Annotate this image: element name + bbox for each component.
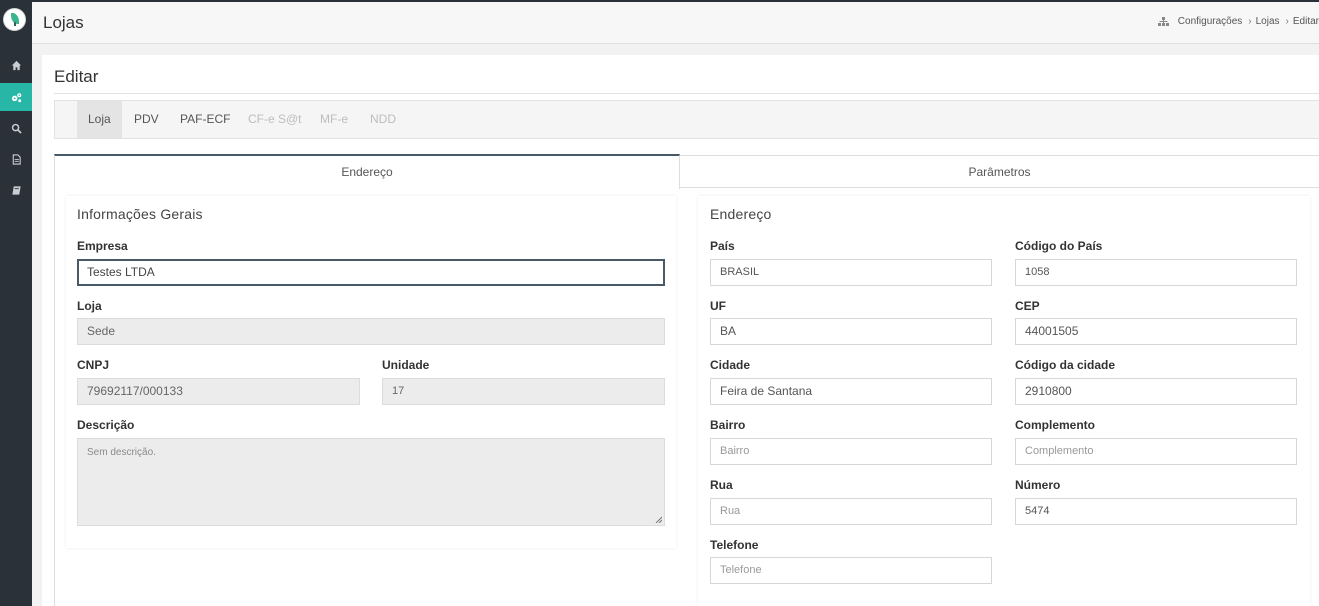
sidebar-item-documents[interactable] — [0, 145, 32, 173]
unidade-label: Unidade — [382, 358, 430, 372]
address-title: Endereço — [710, 206, 772, 222]
numero-field[interactable]: 5474 — [1015, 498, 1297, 525]
cnpj-label: CNPJ — [77, 358, 110, 372]
subtab-parametros[interactable]: Parâmetros — [680, 155, 1319, 188]
address-card: Endereço País BRASIL Código do País 1058… — [698, 196, 1310, 606]
telefone-label: Telefone — [710, 538, 759, 552]
empresa-field[interactable]: Testes LTDA — [77, 259, 665, 286]
rua-label: Rua — [710, 478, 733, 492]
descricao-textarea[interactable]: Sem descrição. — [77, 438, 665, 526]
loja-field: Sede — [77, 318, 665, 345]
sidebar-item-home[interactable] — [0, 51, 32, 79]
breadcrumb-item-editar: Editar — [1292, 16, 1319, 27]
numero-label: Número — [1015, 478, 1061, 492]
uf-field[interactable]: BA — [710, 318, 992, 345]
complemento-field[interactable]: Complemento — [1015, 438, 1297, 465]
empresa-label: Empresa — [77, 239, 128, 253]
breadcrumb-item-lojas[interactable]: Lojas — [1256, 16, 1280, 27]
home-icon — [11, 60, 21, 70]
search-icon — [11, 123, 22, 134]
telefone-field[interactable]: Telefone — [710, 557, 992, 584]
page-header: Lojas Configurações › Lojas › Editar — [32, 0, 1319, 44]
document-icon — [12, 153, 21, 165]
pais-field[interactable]: BRASIL — [710, 259, 992, 286]
cep-label: CEP — [1015, 299, 1040, 313]
codigo-cidade-field[interactable]: 2910800 — [1015, 378, 1297, 405]
tab-pdv[interactable]: PDV — [123, 101, 170, 138]
codigo-cidade-label: Código da cidade — [1015, 358, 1116, 372]
general-info-card: Informações Gerais Empresa Testes LTDA L… — [66, 196, 676, 548]
bairro-label: Bairro — [710, 418, 746, 432]
breadcrumb-separator: › — [1285, 16, 1289, 27]
rua-field[interactable]: Rua — [710, 498, 992, 525]
sidebar-item-book[interactable] — [0, 176, 32, 204]
cnpj-field: 79692117/000133 — [77, 378, 360, 405]
breadcrumb-separator: › — [1248, 16, 1252, 27]
cidade-label: Cidade — [710, 358, 751, 372]
subtab-endereco[interactable]: Endereço — [54, 154, 680, 189]
descricao-label: Descrição — [77, 418, 135, 432]
cidade-field[interactable]: Feira de Santana — [710, 378, 992, 405]
edit-panel: Editar Loja PDV PAF-ECF CF-e S@t MF-e ND… — [42, 55, 1319, 606]
book-icon — [11, 185, 21, 195]
settings-icon — [11, 92, 21, 102]
tab-ndd: NDD — [370, 112, 396, 126]
codigo-pais-field[interactable]: 1058 — [1015, 259, 1297, 286]
cep-field[interactable]: 44001505 — [1015, 318, 1297, 345]
sitemap-icon — [1157, 17, 1169, 26]
complemento-label: Complemento — [1015, 418, 1096, 432]
tab-paf-ecf[interactable]: PAF-ECF — [169, 101, 241, 138]
tab-cfe-sat: CF-e S@t — [248, 112, 302, 126]
tab-loja[interactable]: Loja — [77, 101, 122, 138]
codigo-pais-label: Código do País — [1015, 239, 1103, 253]
tab-mfe: MF-e — [320, 112, 348, 126]
bairro-field[interactable]: Bairro — [710, 438, 992, 465]
panel-title: Editar — [54, 67, 99, 86]
page-title: Lojas — [43, 13, 84, 32]
sidebar-item-settings[interactable] — [0, 83, 32, 111]
sidebar — [0, 0, 32, 606]
sidebar-item-search[interactable] — [0, 114, 32, 142]
unidade-field: 17 — [382, 378, 665, 405]
tab-bar: Loja PDV PAF-ECF CF-e S@t MF-e NDD — [54, 100, 1319, 139]
loja-label: Loja — [77, 299, 102, 313]
resize-handle-icon[interactable] — [655, 516, 662, 523]
pais-label: País — [710, 239, 735, 253]
general-info-title: Informações Gerais — [77, 206, 203, 222]
descricao-placeholder: Sem descrição. — [87, 447, 156, 458]
logo[interactable] — [3, 8, 26, 31]
uf-label: UF — [710, 299, 726, 313]
breadcrumb-item-configuracoes[interactable]: Configurações — [1178, 16, 1242, 27]
breadcrumb: Configurações › Lojas › Editar — [1157, 16, 1319, 27]
subtab-bar: Endereço Parâmetros — [54, 154, 1319, 189]
